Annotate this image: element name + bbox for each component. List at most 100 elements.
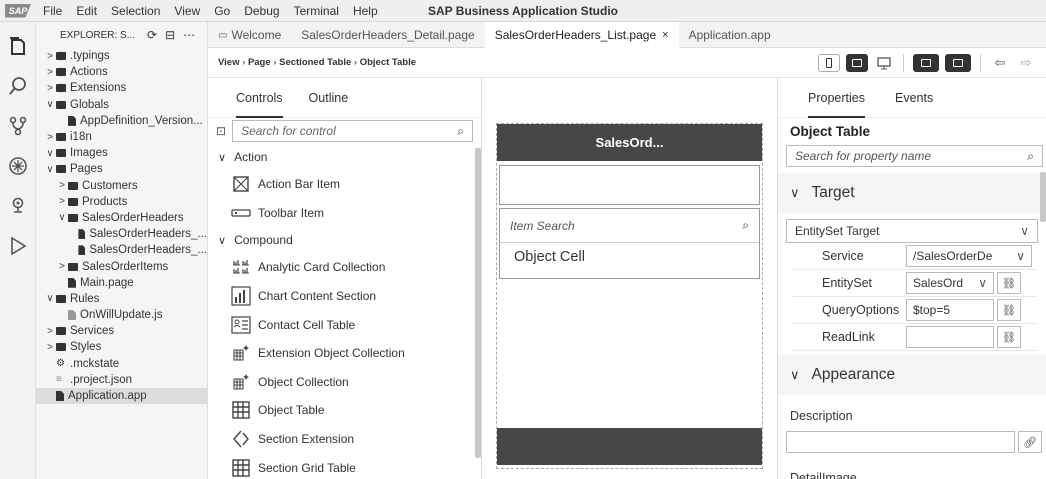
link-icon[interactable]: ⛓ <box>997 272 1021 294</box>
control-group-compound[interactable]: ∨ Compound <box>208 227 481 253</box>
object-table-preview[interactable]: Item Search ⌕ Object Cell <box>499 208 760 279</box>
menu-items: File Edit Selection View Go Debug Terminal Help <box>36 4 385 18</box>
layout-button-1[interactable] <box>913 54 939 72</box>
control-item[interactable]: Section Grid Table <box>208 453 481 479</box>
editor-tab[interactable]: SalesOrderHeaders_Detail.page <box>291 22 484 48</box>
breadcrumb-item[interactable]: Object Table <box>360 57 416 68</box>
control-item[interactable]: Action Bar Item <box>208 170 481 199</box>
tab-controls[interactable]: Controls <box>236 78 283 118</box>
collapse-all-icon[interactable]: ⊟ <box>165 28 175 42</box>
tree-folder[interactable]: > Styles <box>36 339 207 355</box>
control-item[interactable]: Contact Cell Table <box>208 310 481 339</box>
more-icon[interactable]: ⋯ <box>183 28 195 42</box>
control-item[interactable]: Toolbar Item <box>208 199 481 228</box>
tab-outline[interactable]: Outline <box>309 78 349 118</box>
object-cell[interactable]: Object Cell <box>500 243 759 271</box>
editor-tab[interactable]: ▭ Welcome <box>208 22 291 48</box>
menu-help[interactable]: Help <box>346 4 385 18</box>
controls-scrollbar[interactable] <box>475 148 481 458</box>
tree-folder[interactable]: > Customers <box>36 178 207 194</box>
redo-icon[interactable]: ⇨ <box>1016 54 1036 72</box>
tree-folder[interactable]: ∨ Images <box>36 145 207 161</box>
chevron-right-icon: > <box>59 180 65 192</box>
target-section-header[interactable]: ∨ Target <box>778 173 1046 213</box>
property-search-placeholder: Search for property name <box>795 149 932 163</box>
explorer-icon[interactable] <box>0 26 36 66</box>
source-control-icon[interactable] <box>0 106 36 146</box>
property-field-entityset[interactable]: SalesOrd ∨ <box>906 272 994 294</box>
refresh-icon[interactable]: ⟳ <box>147 28 157 42</box>
control-item[interactable]: Chart Content Section <box>208 282 481 311</box>
menu-go[interactable]: Go <box>207 4 237 18</box>
search-icon[interactable] <box>0 66 36 106</box>
tab-properties[interactable]: Properties <box>808 78 865 118</box>
tree-file[interactable]: OnWillUpdate.js <box>36 307 207 323</box>
target-type-select[interactable]: EntitySet Target ∨ <box>786 219 1038 243</box>
menu-terminal[interactable]: Terminal <box>287 4 346 18</box>
analytic-card-icon <box>230 257 252 277</box>
link-icon[interactable]: 🔗︎ <box>1018 431 1042 453</box>
tree-folder[interactable]: > Extensions <box>36 80 207 96</box>
control-item[interactable]: Analytic Card Collection <box>208 253 481 282</box>
editor-tab[interactable]: Application.app <box>679 22 781 48</box>
preview-footer <box>497 428 762 465</box>
property-field-queryoptions[interactable]: $top=5 <box>906 299 994 321</box>
menu-debug[interactable]: Debug <box>237 4 286 18</box>
tree-file[interactable]: SalesOrderHeaders_... <box>36 226 207 242</box>
run-icon[interactable] <box>0 226 36 266</box>
tree-folder[interactable]: > i18n <box>36 129 207 145</box>
control-item[interactable]: Object Table <box>208 396 481 425</box>
property-field-readlink[interactable] <box>906 326 994 348</box>
description-input[interactable] <box>786 431 1015 453</box>
link-icon[interactable]: ⛓ <box>997 326 1021 348</box>
tree-label: Main.page <box>80 276 134 289</box>
breadcrumb-item[interactable]: Sectioned Table <box>279 57 351 68</box>
tree-file[interactable]: Main.page <box>36 275 207 291</box>
close-icon[interactable]: × <box>662 29 668 41</box>
filter-icon[interactable]: ⊡ <box>216 124 226 138</box>
breadcrumb-item[interactable]: View <box>218 57 239 68</box>
control-group-action[interactable]: ∨ Action <box>208 144 481 170</box>
tree-folder[interactable]: ∨ SalesOrderHeaders <box>36 210 207 226</box>
tree-file[interactable]: Application.app <box>36 387 207 405</box>
property-search-input[interactable]: Search for property name ⌕ <box>786 145 1043 167</box>
menu-view[interactable]: View <box>167 4 207 18</box>
breadcrumb-item[interactable]: Page <box>248 57 271 68</box>
link-icon[interactable]: ⛓ <box>997 299 1021 321</box>
tree-folder[interactable]: ∨ Globals <box>36 97 207 113</box>
control-item-label: Chart Content Section <box>258 289 377 304</box>
tree-folder[interactable]: > .typings <box>36 48 207 64</box>
phone-view-button[interactable] <box>818 54 840 72</box>
tree-folder[interactable]: ∨ Pages <box>36 161 207 177</box>
tree-folder[interactable]: > SalesOrderItems <box>36 258 207 274</box>
property-field-service[interactable]: /SalesOrderDe ∨ <box>906 245 1032 267</box>
control-item[interactable]: Extension Object Collection <box>208 339 481 368</box>
properties-scrollbar[interactable] <box>1040 172 1046 222</box>
tree-folder[interactable]: > Services <box>36 323 207 339</box>
menu-selection[interactable]: Selection <box>104 4 167 18</box>
tree-folder[interactable]: > Actions <box>36 64 207 80</box>
layout-button-2[interactable] <box>945 54 971 72</box>
desktop-view-icon[interactable] <box>874 54 894 72</box>
appearance-section-header[interactable]: ∨ Appearance <box>778 355 1046 395</box>
tablet-view-button[interactable] <box>846 54 868 72</box>
undo-icon[interactable]: ⇦ <box>990 54 1010 72</box>
control-search-input[interactable]: Search for control ⌕ <box>232 120 473 142</box>
tree-file[interactable]: SalesOrderHeaders_... <box>36 242 207 258</box>
control-item[interactable]: Section Extension <box>208 425 481 454</box>
extensions-icon[interactable] <box>0 186 36 226</box>
menu-file[interactable]: File <box>36 4 69 18</box>
search-icon: ⌕ <box>742 218 749 232</box>
control-item[interactable]: Object Collection <box>208 368 481 397</box>
menu-edit[interactable]: Edit <box>69 4 104 18</box>
item-search[interactable]: Item Search ⌕ <box>500 209 759 243</box>
tree-folder[interactable]: ∨ Rules <box>36 291 207 307</box>
tab-events[interactable]: Events <box>895 78 933 118</box>
debug-icon[interactable] <box>0 146 36 186</box>
editor-tab[interactable]: SalesOrderHeaders_List.page × <box>484 22 679 48</box>
tree-file[interactable]: AppDefinition_Version... <box>36 113 207 129</box>
preview-empty-section[interactable] <box>499 165 760 205</box>
tree-file[interactable]: ≡ .project.json <box>36 372 207 388</box>
tree-file[interactable]: ⚙ .mckstate <box>36 356 207 372</box>
tree-folder[interactable]: > Products <box>36 194 207 210</box>
